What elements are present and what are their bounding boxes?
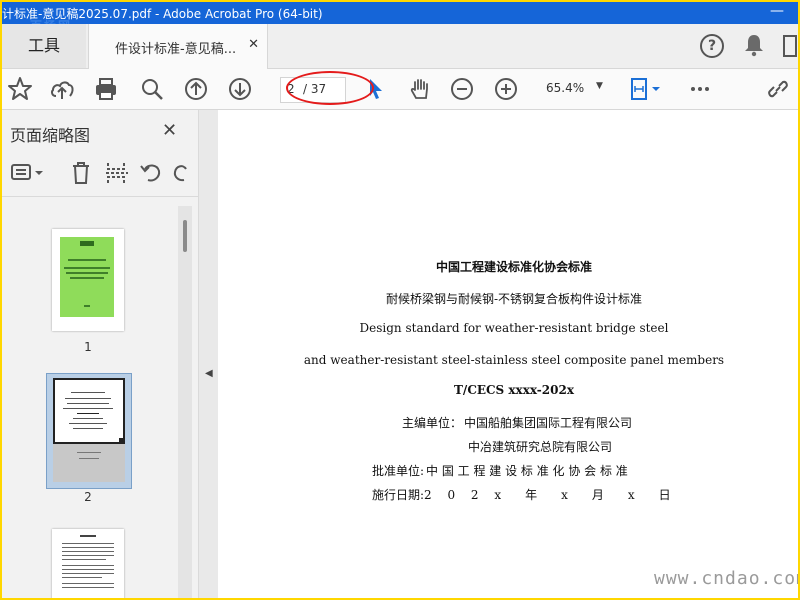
approve-org: 中 国 工 程 建 设 标 准 化 协 会 标 准 — [426, 464, 628, 478]
collapse-arrow-icon[interactable]: ◀ — [205, 368, 213, 379]
doc-standard-code: T/CECS xxxx-202x — [454, 383, 574, 397]
sign-in-icon[interactable] — [782, 34, 798, 62]
tab-document[interactable]: 件设计标准-意见稿... ✕ — [88, 24, 268, 69]
thumbnail-sidebar: 页面缩略图 ✕ — [2, 110, 199, 598]
minimize-button[interactable]: — — [770, 3, 784, 19]
help-icon[interactable]: ? — [700, 34, 724, 58]
sidebar-close-icon[interactable]: ✕ — [162, 120, 177, 141]
share-link-icon[interactable] — [764, 75, 792, 103]
page-thumbnail-2-selected[interactable] — [46, 373, 132, 489]
previous-page-icon[interactable] — [182, 75, 210, 103]
extract-page-icon[interactable] — [104, 160, 130, 190]
thumbnail-cover — [60, 237, 114, 317]
next-page-icon[interactable] — [226, 75, 254, 103]
watermark-bottom: www.cndao.com — [654, 568, 798, 589]
page-thumbnail-1[interactable] — [52, 229, 124, 331]
approve-label: 批准单位: — [372, 464, 425, 478]
org-primary: 中国船舶集团国际工程有限公司 — [464, 416, 633, 430]
date-label: 施行日期: — [372, 488, 425, 502]
sidebar-toolbar — [2, 152, 198, 197]
thumbnail-options-icon[interactable] — [10, 160, 44, 190]
tab-tools[interactable]: 工具 — [2, 24, 86, 68]
title-bar: 计标准-意见稿2025.07.pdf - Adobe Acrobat Pro (… — [2, 2, 798, 24]
doc-title-en-2: and weather-resistant steel-stainless st… — [303, 353, 725, 367]
tab-document-label: 件设计标准-意见稿... — [115, 42, 237, 57]
acrobat-window: 计标准-意见稿2025.07.pdf - Adobe Acrobat Pro (… — [2, 2, 798, 598]
effective-date: 2 0 2 x 年 x 月 x 日 — [424, 488, 671, 502]
zoom-out-icon[interactable] — [448, 75, 476, 103]
page-thumbnail-3[interactable] — [52, 529, 124, 598]
doc-title-en-1: Design standard for weather-resistant br… — [359, 321, 669, 335]
hand-tool-icon[interactable] — [406, 75, 434, 103]
doc-title-cn: 耐候桥梁钢与耐候钢-不锈钢复合板构件设计标准 — [385, 292, 643, 306]
chevron-down-icon: ▼ — [596, 81, 603, 91]
delete-page-icon[interactable] — [68, 160, 94, 190]
thumbnail-label-2: 2 — [84, 490, 92, 504]
doc-heading: 中国工程建设标准化协会标准 — [435, 260, 592, 274]
print-icon[interactable] — [92, 75, 120, 103]
zoom-search-icon[interactable] — [138, 75, 166, 103]
org-secondary: 中冶建筑研究总院有限公司 — [468, 440, 613, 454]
document-page: 中国工程建设标准化协会标准 耐候桥梁钢与耐候钢-不锈钢复合板构件设计标准 Des… — [218, 110, 798, 598]
more-options-icon[interactable] — [686, 75, 714, 103]
org-label: 主编单位： — [402, 416, 463, 430]
thumbnail-scrollbar[interactable] — [178, 206, 192, 598]
zoom-in-icon[interactable] — [492, 75, 520, 103]
main-toolbar: 2 / 37 65.4% ▼ — [2, 69, 798, 110]
thumbnail-label-1: 1 — [84, 340, 92, 354]
rotate-clockwise-icon[interactable] — [172, 160, 192, 190]
tab-bar: 工具 件设计标准-意见稿... ✕ ? — [2, 24, 798, 69]
zoom-level-select[interactable]: 65.4% ▼ — [540, 77, 610, 101]
thumbnail-page-2 — [53, 378, 125, 482]
sidebar-title: 页面缩略图 — [10, 126, 91, 145]
rotate-counterclockwise-icon[interactable] — [138, 160, 164, 190]
tab-close-icon[interactable]: ✕ — [248, 37, 259, 52]
red-annotation-ellipse — [286, 71, 374, 105]
cloud-upload-icon[interactable] — [48, 75, 76, 103]
bell-icon[interactable] — [742, 33, 766, 61]
thumbnail-scrollbar-thumb[interactable] — [183, 220, 187, 252]
zoom-level-value: 65.4% — [546, 81, 585, 95]
bookmark-star-icon[interactable] — [6, 75, 34, 103]
fit-page-icon[interactable] — [628, 75, 664, 103]
